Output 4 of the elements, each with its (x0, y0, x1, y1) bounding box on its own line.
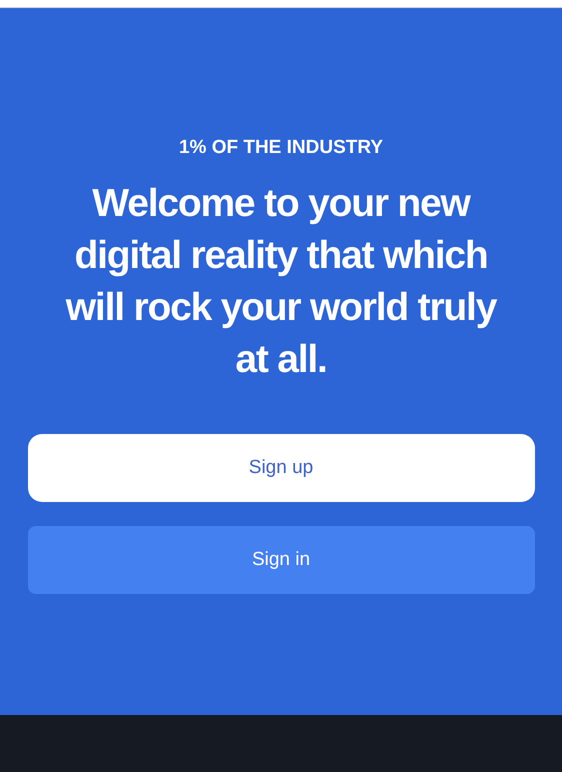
sign-in-button[interactable]: Sign in (28, 526, 534, 594)
sign-up-button[interactable]: Sign up (28, 434, 534, 502)
eyebrow-text: 1% OF THE INDUSTRY (178, 136, 384, 160)
headline: Welcome to your new digital reality that which will rock your world truly at all. (64, 181, 498, 383)
